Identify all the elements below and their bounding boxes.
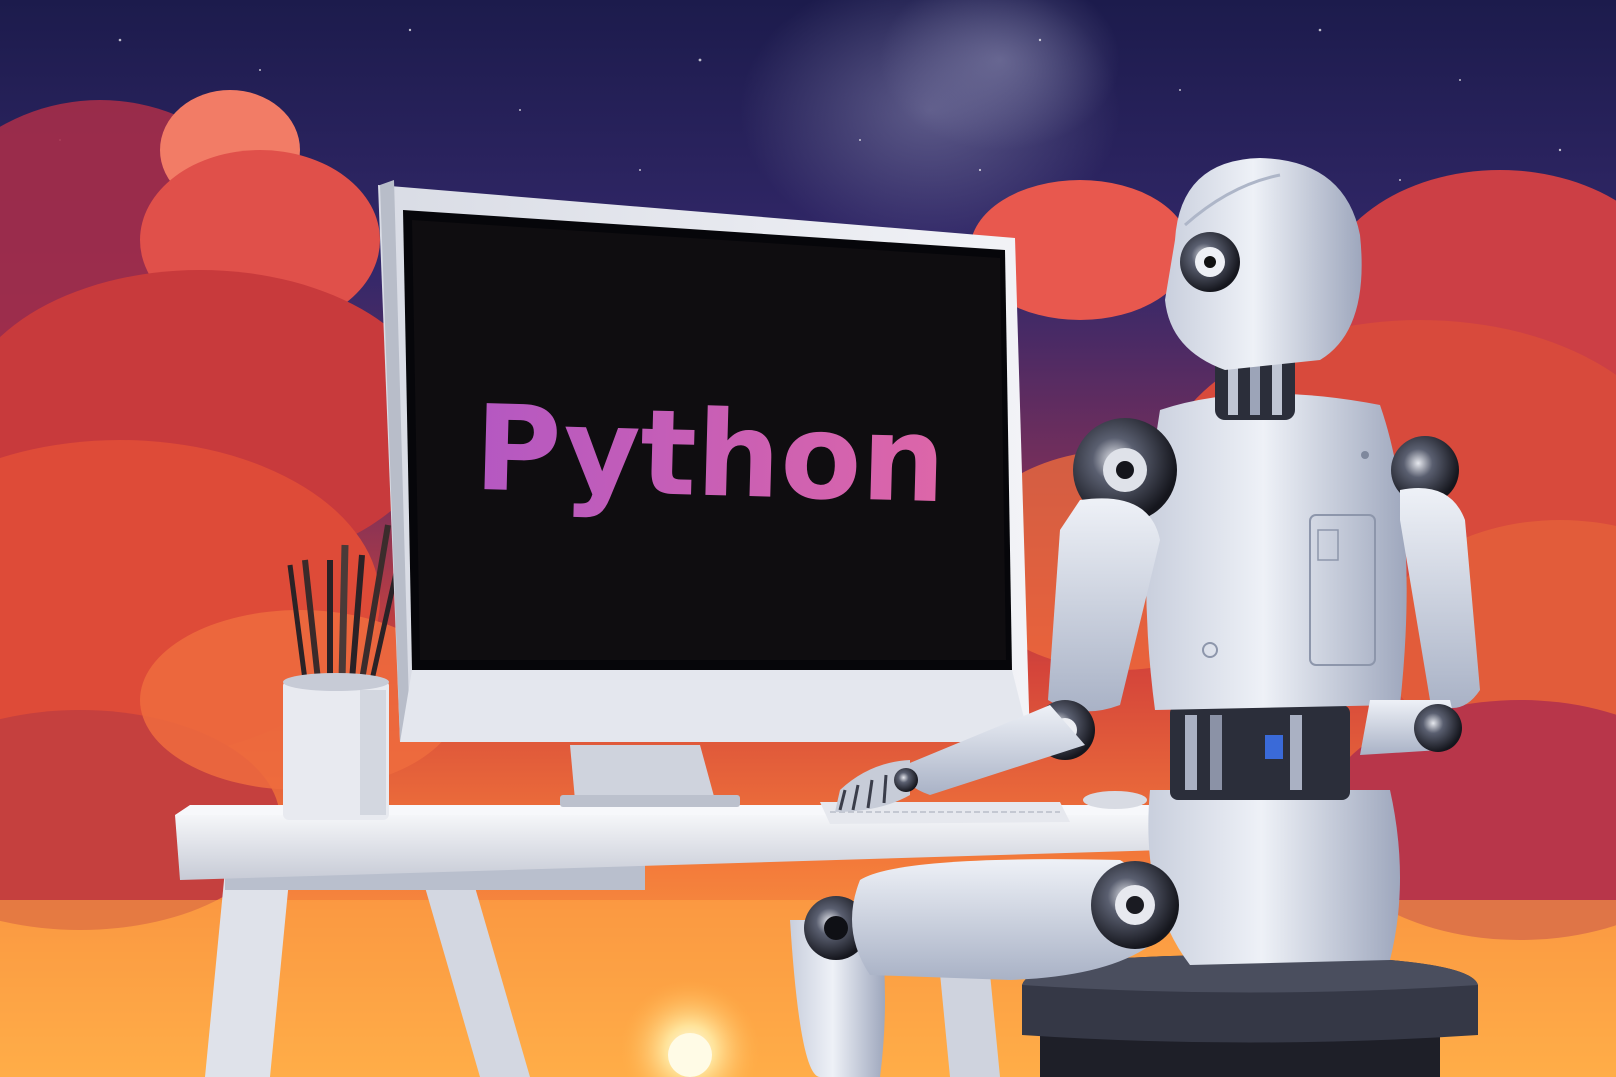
scene-illustration: Python [0,0,1616,1077]
sun-core [668,1033,712,1077]
scene: Python [0,0,1616,1077]
mouse [1083,791,1147,809]
stool [1022,955,1478,1077]
screen-text: Python [473,379,948,529]
